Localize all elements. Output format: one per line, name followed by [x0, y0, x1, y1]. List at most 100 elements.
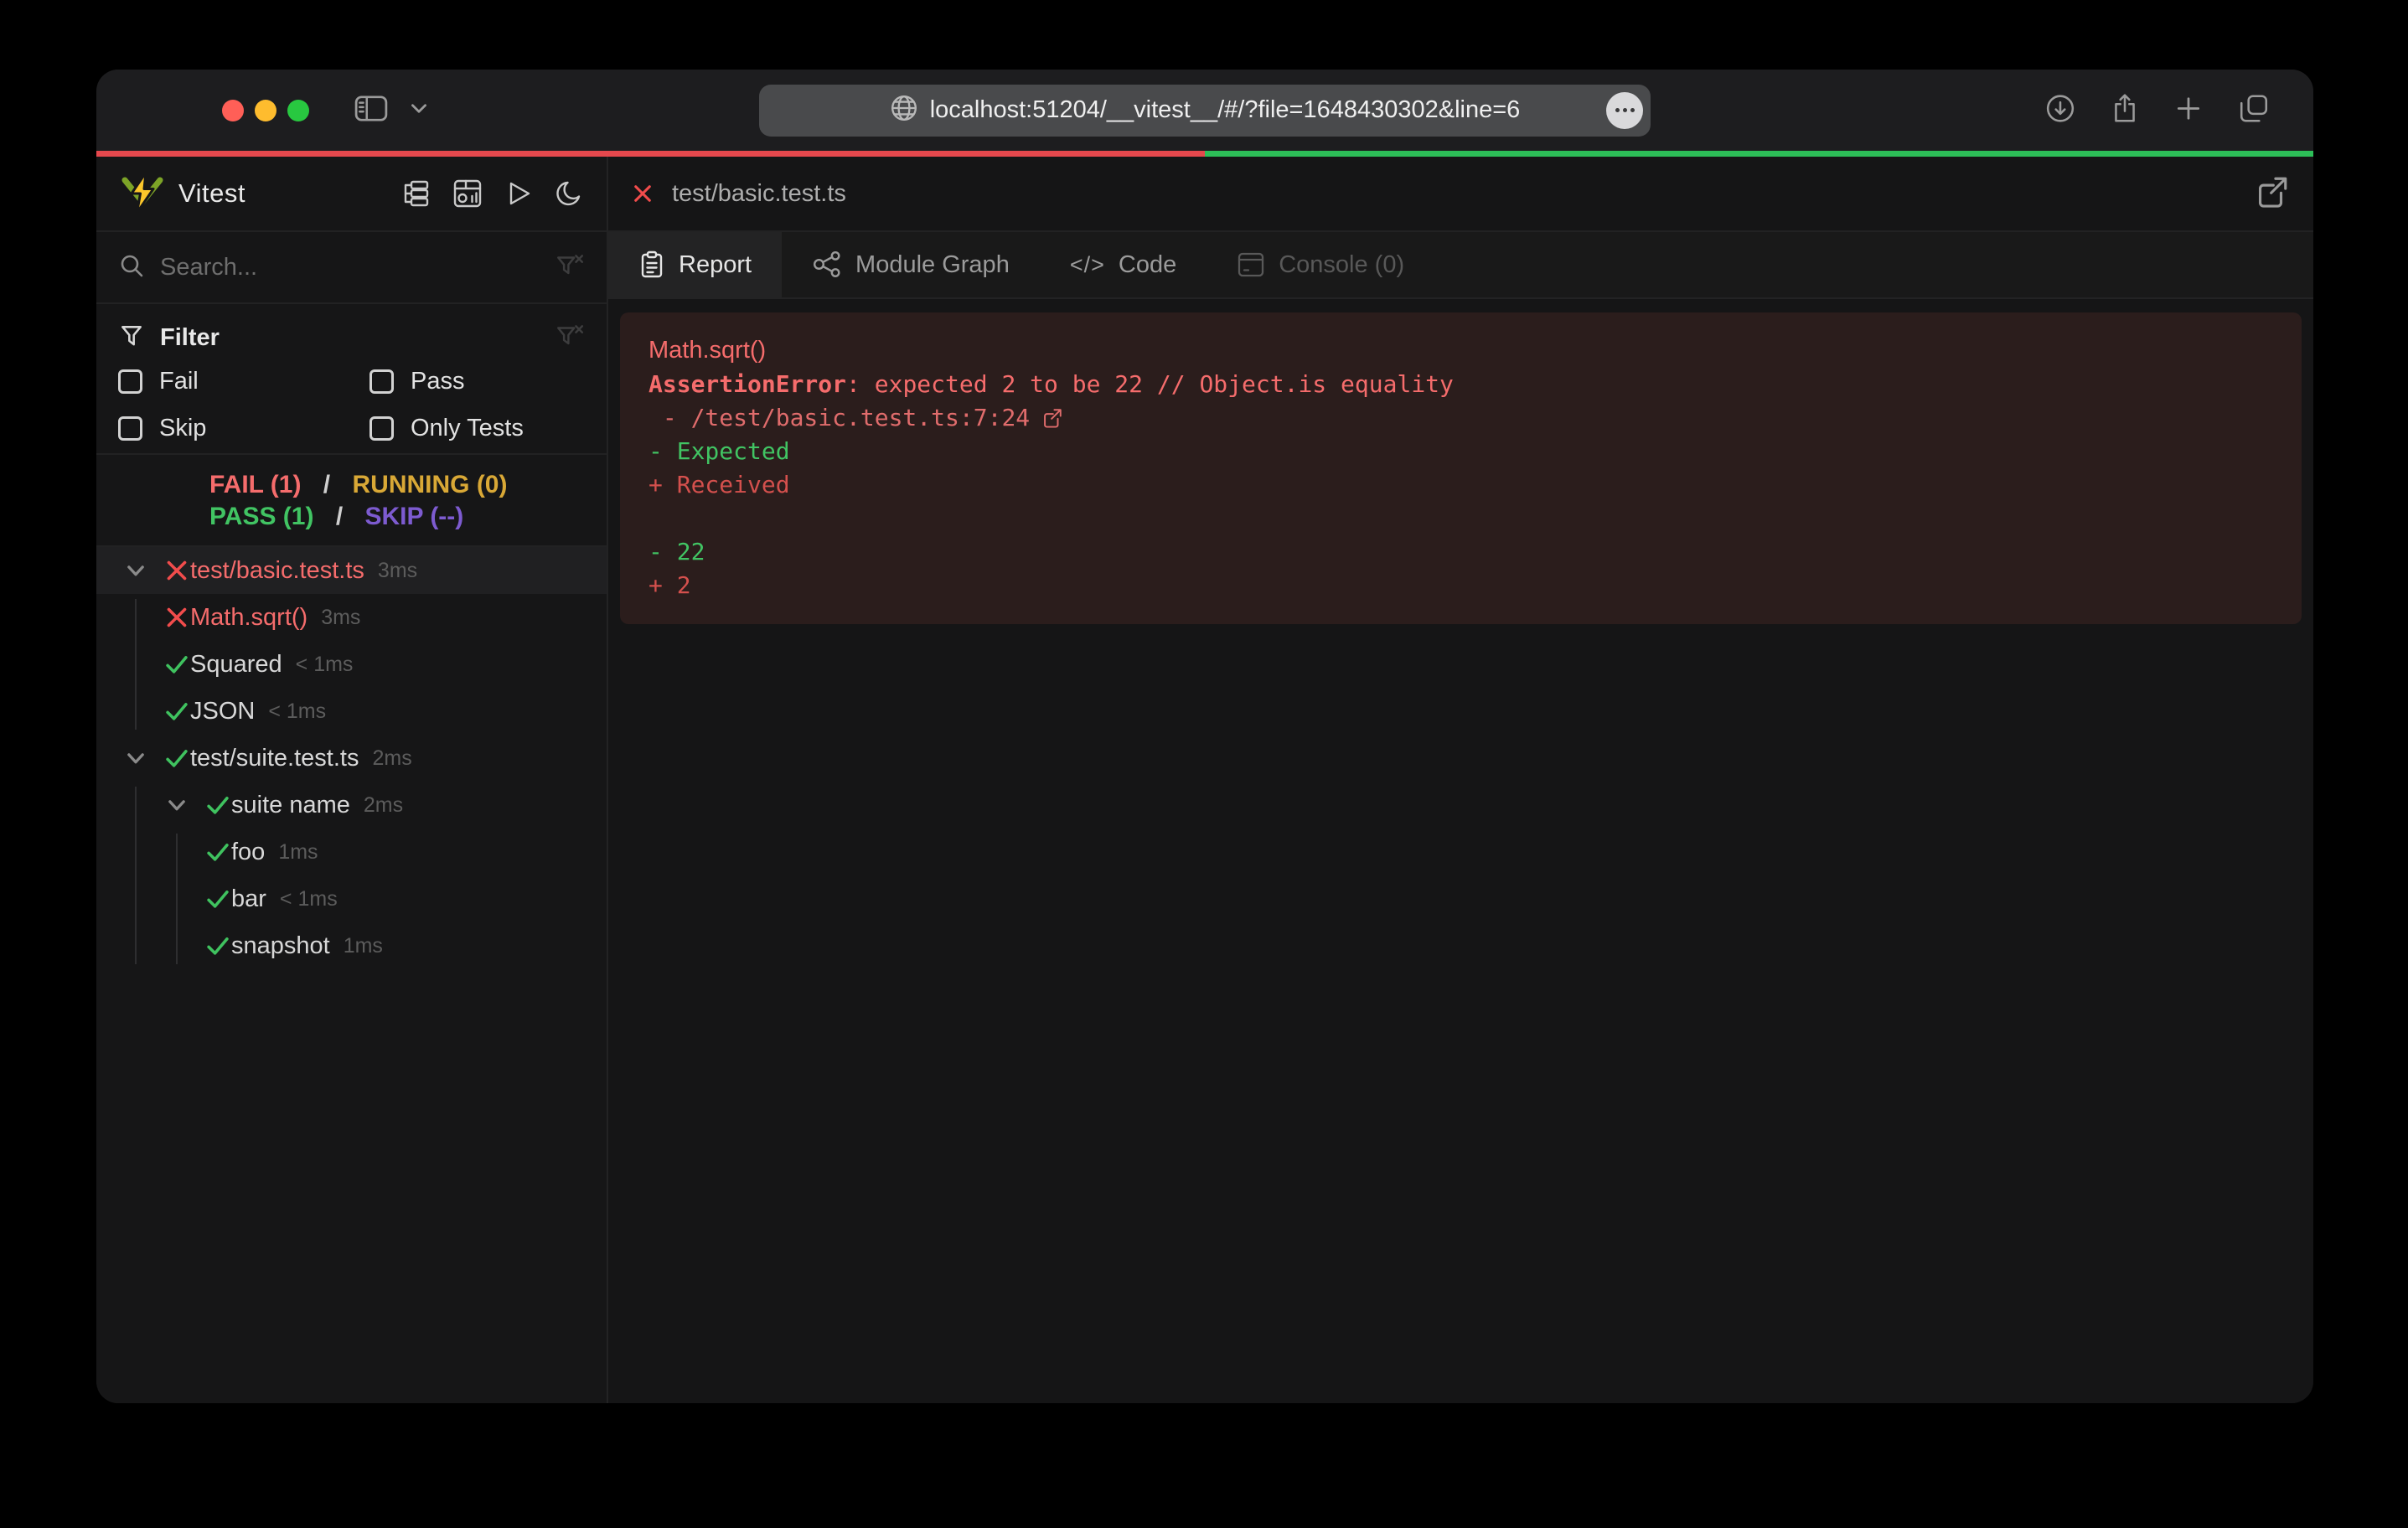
fail-count: FAIL (1)	[209, 471, 301, 498]
pass-icon	[164, 746, 189, 771]
share-button[interactable]	[2111, 92, 2139, 128]
new-tab-button[interactable]	[2174, 94, 2203, 126]
duration: 2ms	[372, 746, 411, 771]
open-file-title: test/basic.test.ts	[672, 180, 846, 208]
tab-module-graph[interactable]: Module Graph	[782, 232, 1040, 297]
view-tabs: Report Module Graph </> Code Console (0)	[608, 232, 2313, 299]
tree-row-test[interactable]: snapshot 1ms	[96, 922, 607, 969]
tab-overview-button[interactable]	[2238, 92, 2270, 128]
dashboard-icon[interactable]	[452, 178, 483, 209]
tree-row-test[interactable]: bar < 1ms	[96, 875, 607, 922]
close-window-button[interactable]	[222, 100, 244, 121]
indent-guide	[135, 787, 137, 964]
chevron-down-icon[interactable]	[123, 746, 148, 771]
clear-search-filter-icon[interactable]	[555, 252, 585, 283]
checkbox-icon[interactable]	[369, 369, 394, 394]
chevron-down-icon[interactable]	[164, 792, 189, 818]
tree-row-file[interactable]: test/basic.test.ts 3ms	[96, 547, 607, 594]
filter-section: Filter Fail Pass	[96, 304, 607, 455]
tree-row-test[interactable]: foo 1ms	[96, 829, 607, 875]
duration: 3ms	[378, 559, 417, 583]
toggle-sidebar-icon[interactable]	[354, 94, 388, 126]
test-progress-bar	[96, 151, 2313, 157]
filter-heading: Filter	[160, 324, 220, 352]
browser-titlebar: localhost:51204/__vitest__/#/?file=16484…	[96, 70, 2313, 151]
page-options-button[interactable]	[1606, 92, 1643, 129]
diff-expected-value: - 22	[649, 535, 2273, 569]
pass-icon	[205, 886, 230, 911]
open-in-editor-icon[interactable]	[1041, 407, 1063, 429]
filter-checkbox-skip[interactable]: Skip	[118, 405, 369, 452]
duration: < 1ms	[296, 653, 354, 677]
dark-mode-icon[interactable]	[555, 179, 583, 208]
open-in-editor-icon[interactable]	[2255, 174, 2290, 214]
tree-row-file[interactable]: test/suite.test.ts 2ms	[96, 735, 607, 782]
sidebar-header: Vitest	[96, 157, 607, 232]
tab-report[interactable]: Report	[608, 232, 782, 297]
failed-test-name: Math.sqrt()	[649, 333, 2273, 368]
chevron-down-icon[interactable]	[123, 558, 148, 583]
tree-row-test[interactable]: Squared < 1ms	[96, 641, 607, 688]
run-all-icon[interactable]	[504, 179, 533, 208]
diff-received-label: + Received	[649, 468, 2273, 502]
pass-icon	[205, 792, 230, 818]
test-summary: FAIL (1) / RUNNING (0) PASS (1) / SKIP (…	[96, 455, 607, 547]
duration: < 1ms	[280, 887, 338, 911]
running-count: RUNNING (0)	[352, 471, 507, 498]
main-pane: test/basic.test.ts Report Module Graph <…	[608, 157, 2313, 1403]
report-icon	[638, 250, 665, 279]
globe-icon	[890, 94, 918, 126]
progress-pass-segment	[1205, 151, 2313, 157]
duration: 1ms	[344, 934, 383, 958]
filter-checkbox-pass[interactable]: Pass	[369, 358, 585, 405]
error-panel: Math.sqrt() AssertionError: expected 2 t…	[620, 312, 2302, 624]
module-graph-icon	[812, 250, 842, 280]
filter-checkbox-only-tests[interactable]: Only Tests	[369, 405, 585, 452]
traffic-lights	[222, 100, 309, 121]
close-tab-icon[interactable]	[632, 183, 654, 204]
checkbox-icon[interactable]	[118, 416, 142, 441]
filter-checkbox-fail[interactable]: Fail	[118, 358, 369, 405]
blank-line	[649, 502, 2273, 535]
vitest-logo-icon	[120, 171, 165, 216]
ellipsis-icon	[1615, 108, 1635, 112]
checkbox-icon[interactable]	[369, 416, 394, 441]
indent-guide	[176, 834, 178, 964]
progress-fail-segment	[96, 151, 1205, 157]
tab-code[interactable]: </> Code	[1040, 232, 1207, 297]
clear-filter-icon[interactable]	[555, 323, 585, 354]
chevron-down-icon[interactable]	[411, 102, 427, 118]
tree-row-test[interactable]: JSON < 1ms	[96, 688, 607, 735]
fail-icon	[164, 605, 189, 630]
downloads-button[interactable]	[2045, 93, 2075, 127]
checkbox-icon[interactable]	[118, 369, 142, 394]
duration: 1ms	[278, 840, 318, 865]
duration: 2ms	[364, 793, 403, 818]
report-view: Math.sqrt() AssertionError: expected 2 t…	[608, 299, 2313, 1403]
test-tree: test/basic.test.ts 3ms Math.sqrt() 3ms S…	[96, 547, 607, 1403]
filter-icon	[118, 323, 145, 354]
minimize-window-button[interactable]	[255, 100, 276, 121]
collapse-tree-icon[interactable]	[400, 179, 431, 208]
zoom-window-button[interactable]	[287, 100, 309, 121]
code-icon: </>	[1070, 252, 1105, 278]
search-icon	[118, 252, 145, 283]
pass-icon	[164, 652, 189, 677]
summary-line-1: FAIL (1) / RUNNING (0)	[209, 469, 607, 501]
pass-count: PASS (1)	[209, 503, 313, 530]
summary-line-2: PASS (1) / SKIP (--)	[209, 501, 607, 533]
address-bar[interactable]: localhost:51204/__vitest__/#/?file=16484…	[759, 85, 1651, 137]
tab-console[interactable]: Console (0)	[1207, 232, 1434, 297]
tree-row-test[interactable]: Math.sqrt() 3ms	[96, 594, 607, 641]
search-bar	[96, 232, 607, 304]
pass-icon	[205, 839, 230, 865]
diff-received-value: + 2	[649, 569, 2273, 602]
search-input[interactable]	[160, 254, 540, 281]
indent-guide	[135, 599, 137, 730]
tree-row-suite[interactable]: suite name 2ms	[96, 782, 607, 829]
console-icon	[1237, 251, 1265, 278]
app-title: Vitest	[178, 178, 245, 209]
sidebar: Vitest	[96, 157, 608, 1403]
url-text: localhost:51204/__vitest__/#/?file=16484…	[930, 96, 1521, 124]
assertion-error-line: AssertionError: expected 2 to be 22 // O…	[649, 368, 2273, 401]
